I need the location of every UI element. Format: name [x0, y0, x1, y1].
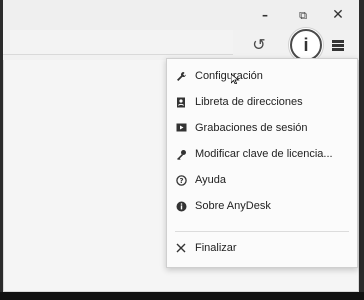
info-icon: [175, 200, 187, 212]
menu-item-label: Libreta de direcciones: [195, 96, 303, 108]
history-icon[interactable]: ↺: [250, 36, 268, 54]
wrench-icon: [175, 70, 187, 82]
menu-item-label: Configuración: [195, 70, 263, 82]
hamburger-menu-button[interactable]: [327, 35, 349, 57]
key-icon: [175, 148, 187, 160]
menu-item-licencia[interactable]: Modificar clave de licencia...: [167, 143, 357, 165]
minimize-button[interactable]: –: [254, 4, 276, 26]
menu-item-configuracion[interactable]: Configuración: [167, 65, 357, 87]
menu-item-libreta[interactable]: Libreta de direcciones: [167, 91, 357, 113]
menu-item-label: Grabaciones de sesión: [195, 122, 308, 134]
screenshot-frame: – ⧉ ✕ ↺ i Configuración Libreta de direc…: [0, 0, 364, 300]
menu-item-label: Modificar clave de licencia...: [195, 148, 333, 160]
menu-item-label: Sobre AnyDesk: [195, 200, 271, 212]
main-menu-dropdown: Configuración Libreta de direcciones Gra…: [166, 58, 358, 268]
maximize-button[interactable]: ⧉: [292, 4, 314, 26]
help-icon: ?: [175, 174, 187, 186]
bottom-border: [0, 292, 364, 300]
app-window: – ⧉ ✕ ↺ i Configuración Libreta de direc…: [3, 0, 359, 292]
menu-item-grabaciones[interactable]: Grabaciones de sesión: [167, 117, 357, 139]
svg-text:?: ?: [179, 177, 183, 185]
address-book-icon: [175, 96, 187, 108]
title-bar: – ⧉ ✕: [3, 0, 359, 30]
recording-icon: [175, 122, 187, 134]
info-icon: i: [290, 29, 322, 61]
close-icon: [175, 242, 187, 254]
menu-separator: [175, 231, 349, 232]
menu-item-ayuda[interactable]: ? Ayuda: [167, 169, 357, 191]
menu-item-label: Ayuda: [195, 174, 226, 186]
hamburger-icon: [332, 40, 344, 52]
menu-item-sobre[interactable]: Sobre AnyDesk: [167, 195, 357, 217]
toolbar-address-area: [3, 30, 233, 55]
mouse-cursor-icon: [231, 74, 240, 84]
menu-item-label: Finalizar: [195, 242, 237, 254]
close-window-button[interactable]: ✕: [327, 4, 349, 26]
menu-item-finalizar[interactable]: Finalizar: [167, 237, 357, 259]
